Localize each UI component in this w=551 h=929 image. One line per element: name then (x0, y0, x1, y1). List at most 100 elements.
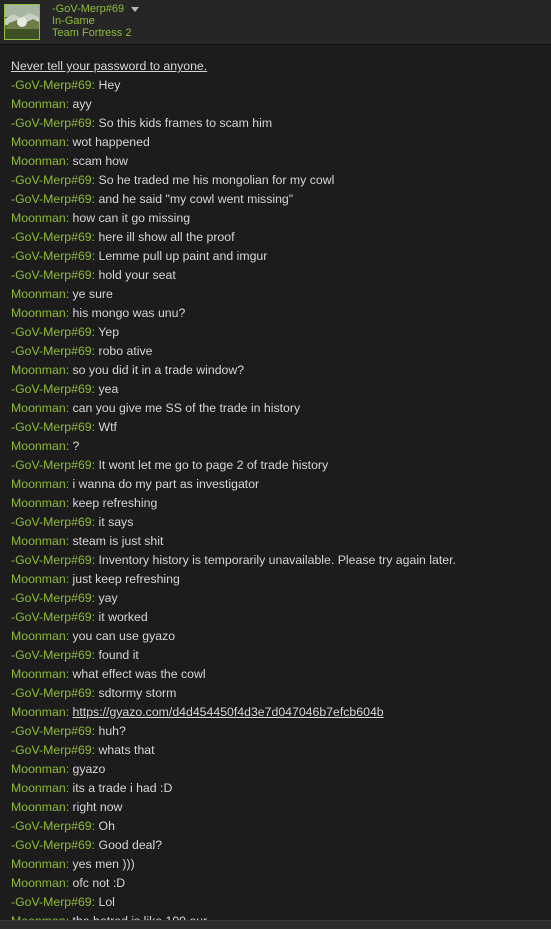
message-sender[interactable]: -GoV-Merp#69 (11, 743, 92, 757)
chat-message: -GoV-Merp#69: it says (11, 513, 551, 532)
chat-message: Moonman: scam how (11, 152, 551, 171)
message-sender[interactable]: -GoV-Merp#69 (11, 249, 92, 263)
message-sender[interactable]: -GoV-Merp#69 (11, 819, 92, 833)
chat-log[interactable]: Never tell your password to anyone. -GoV… (0, 44, 551, 920)
chat-message: Moonman: you can use gyazo (11, 627, 551, 646)
message-sender[interactable]: -GoV-Merp#69 (11, 344, 92, 358)
game-name: Team Fortress 2 (52, 27, 132, 39)
message-sender[interactable]: -GoV-Merp#69 (11, 458, 92, 472)
message-text: Hey (98, 78, 121, 92)
message-text: his mongo was unu? (72, 306, 186, 320)
sender-separator: : (65, 876, 73, 890)
message-sender[interactable]: Moonman (11, 154, 66, 168)
message-sender[interactable]: Moonman (11, 667, 66, 681)
message-input-area[interactable] (0, 920, 551, 929)
sender-separator: : (91, 838, 99, 852)
message-sender[interactable]: -GoV-Merp#69 (11, 268, 92, 282)
chat-message: Moonman: can you give me SS of the trade… (11, 399, 551, 418)
chat-message: Moonman: ye sure (11, 285, 551, 304)
message-sender[interactable]: Moonman (11, 800, 66, 814)
message-text: and he said "my cowl went missing" (98, 192, 294, 206)
message-sender[interactable]: Moonman (11, 876, 66, 890)
message-sender[interactable]: Moonman (11, 363, 66, 377)
chat-message: -GoV-Merp#69: yea (11, 380, 551, 399)
message-sender[interactable]: -GoV-Merp#69 (11, 78, 92, 92)
chat-message: Moonman: ? (11, 437, 551, 456)
username[interactable]: -GoV-Merp#69 (52, 3, 124, 15)
message-sender[interactable]: -GoV-Merp#69 (11, 838, 92, 852)
message-sender[interactable]: -GoV-Merp#69 (11, 724, 92, 738)
chat-message: Moonman: what effect was the cowl (11, 665, 551, 684)
message-sender[interactable]: Moonman (11, 135, 66, 149)
message-text: ayy (72, 97, 92, 111)
message-sender[interactable]: Moonman (11, 97, 66, 111)
message-sender[interactable]: Moonman (11, 306, 66, 320)
message-sender[interactable]: Moonman (11, 762, 66, 776)
chat-message: -GoV-Merp#69: So this kids frames to sca… (11, 114, 551, 133)
message-sender[interactable]: Moonman (11, 705, 66, 719)
message-link[interactable]: https://gyazo.com/d4d454450f4d3e7d047046… (73, 705, 384, 719)
chat-message: -GoV-Merp#69: sdtormy storm (11, 684, 551, 703)
message-sender[interactable]: -GoV-Merp#69 (11, 192, 92, 206)
chat-message: Moonman: how can it go missing (11, 209, 551, 228)
sender-separator: : (91, 458, 99, 472)
message-text: its a trade i had :D (72, 781, 173, 795)
message-sender[interactable]: -GoV-Merp#69 (11, 515, 92, 529)
chevron-down-icon[interactable] (131, 6, 140, 12)
message-sender[interactable]: -GoV-Merp#69 (11, 610, 92, 624)
chat-message: Moonman: i wanna do my part as investiga… (11, 475, 551, 494)
sender-separator: : (91, 173, 99, 187)
message-sender[interactable]: -GoV-Merp#69 (11, 230, 92, 244)
message-sender[interactable]: Moonman (11, 439, 66, 453)
message-text: Good deal? (98, 838, 163, 852)
password-warning: Never tell your password to anyone. (11, 59, 208, 73)
message-text: Yep (98, 325, 120, 339)
message-sender[interactable]: Moonman (11, 287, 66, 301)
sender-separator: : (65, 477, 73, 491)
message-text: ofc not :D (72, 876, 126, 890)
chat-message: Moonman: keep refreshing (11, 494, 551, 513)
message-sender[interactable]: -GoV-Merp#69 (11, 648, 92, 662)
message-sender[interactable]: Moonman (11, 781, 66, 795)
message-sender[interactable]: -GoV-Merp#69 (11, 553, 92, 567)
message-sender[interactable]: -GoV-Merp#69 (11, 420, 92, 434)
message-sender[interactable]: Moonman (11, 477, 66, 491)
sender-separator: : (65, 857, 73, 871)
chat-message: -GoV-Merp#69: Good deal? (11, 836, 551, 855)
message-sender[interactable]: -GoV-Merp#69 (11, 686, 92, 700)
message-text: steam is just shit (72, 534, 164, 548)
chat-message: -GoV-Merp#69: Inventory history is tempo… (11, 551, 551, 570)
chat-message: Moonman: yes men ))) (11, 855, 551, 874)
message-sender[interactable]: Moonman (11, 534, 66, 548)
message-sender[interactable]: -GoV-Merp#69 (11, 382, 92, 396)
message-text: whats that (98, 743, 155, 757)
message-text: Wtf (98, 420, 117, 434)
message-sender[interactable]: Moonman (11, 857, 66, 871)
chat-message: -GoV-Merp#69: found it (11, 646, 551, 665)
message-sender[interactable]: Moonman (11, 401, 66, 415)
message-sender[interactable]: Moonman (11, 496, 66, 510)
message-sender[interactable]: Moonman (11, 629, 66, 643)
chat-header: -GoV-Merp#69 In-Game Team Fortress 2 (0, 0, 551, 45)
avatar[interactable] (4, 4, 40, 40)
message-sender[interactable]: -GoV-Merp#69 (11, 116, 92, 130)
chat-message: -GoV-Merp#69: it worked (11, 608, 551, 627)
sender-separator: : (91, 78, 99, 92)
message-text: Lol (98, 895, 115, 909)
message-text: right now (72, 800, 123, 814)
sender-separator: : (65, 781, 73, 795)
message-text: it says (98, 515, 134, 529)
message-sender[interactable]: Moonman (11, 211, 66, 225)
chat-message: Moonman: his mongo was unu? (11, 304, 551, 323)
message-sender[interactable]: -GoV-Merp#69 (11, 173, 92, 187)
message-text: can you give me SS of the trade in histo… (72, 401, 301, 415)
message-sender[interactable]: -GoV-Merp#69 (11, 591, 92, 605)
message-text: gyazo (72, 762, 106, 776)
sender-separator: : (91, 116, 99, 130)
sender-separator: : (91, 724, 99, 738)
chat-message: -GoV-Merp#69: Oh (11, 817, 551, 836)
message-sender[interactable]: -GoV-Merp#69 (11, 325, 92, 339)
sender-separator: : (91, 192, 99, 206)
message-sender[interactable]: -GoV-Merp#69 (11, 895, 92, 909)
message-sender[interactable]: Moonman (11, 572, 66, 586)
